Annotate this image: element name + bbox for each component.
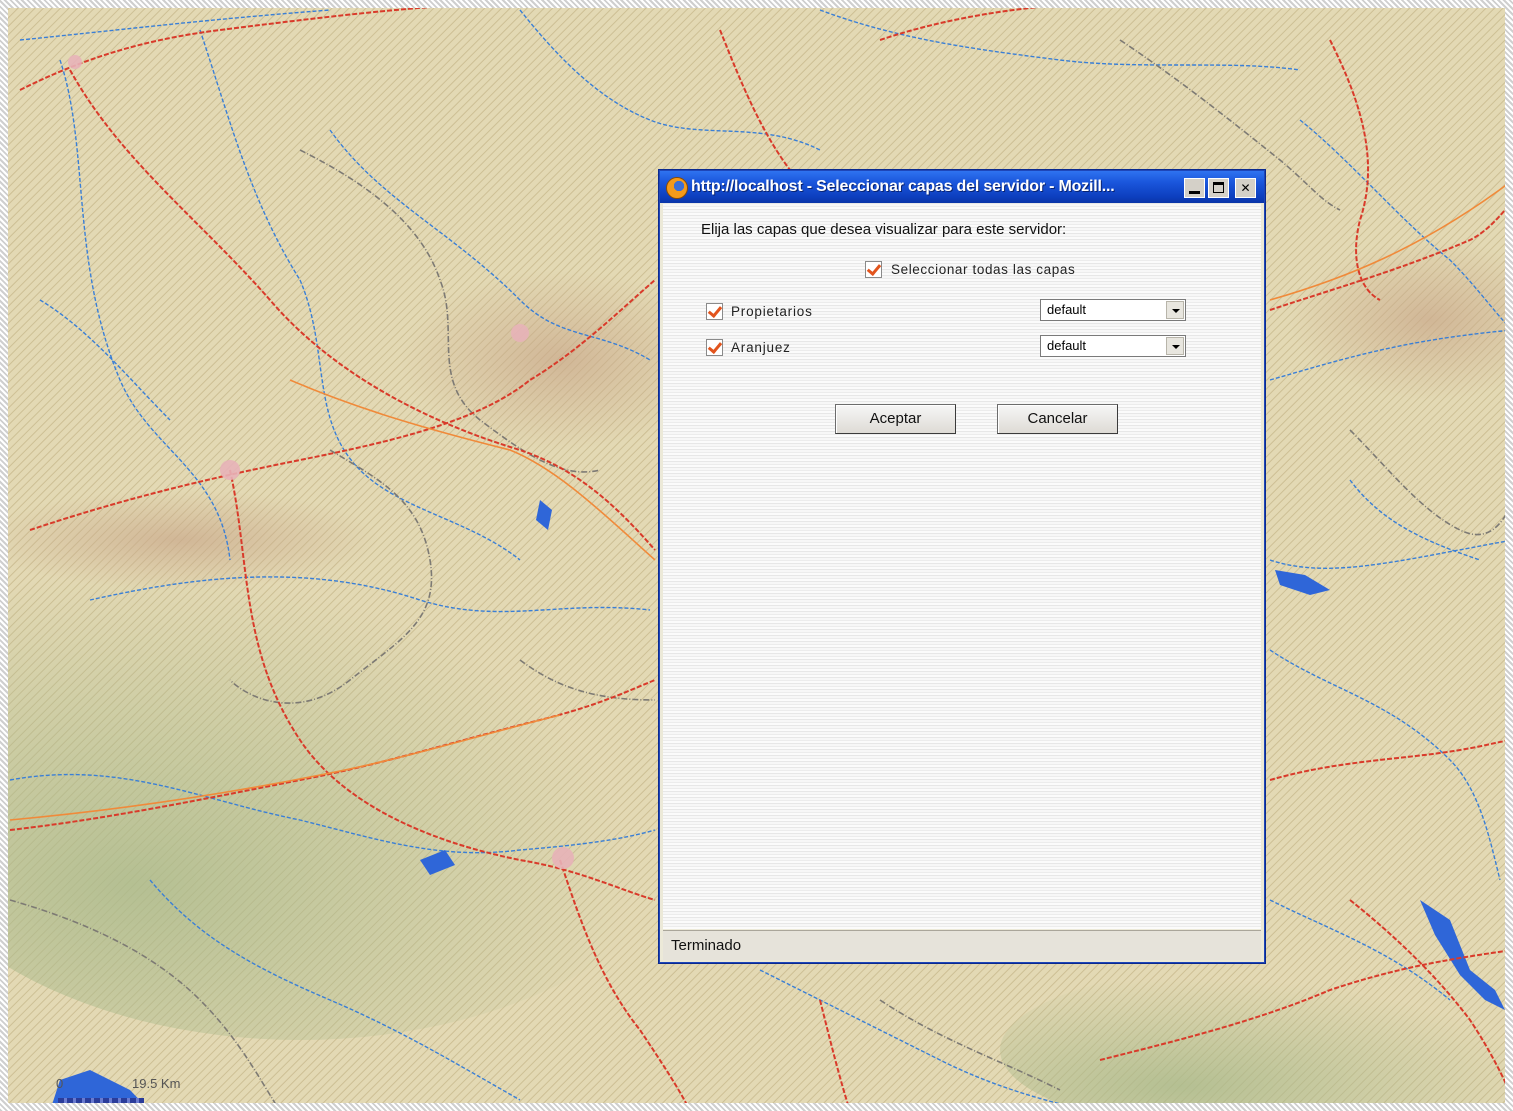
layer-checkbox-aranjuez[interactable] xyxy=(706,339,723,356)
chevron-down-icon[interactable] xyxy=(1166,337,1184,355)
style-select-value: default xyxy=(1047,338,1087,353)
maximize-icon xyxy=(1213,182,1224,193)
layer-label-propietarios[interactable]: Propietarios xyxy=(731,304,813,319)
firefox-icon xyxy=(666,177,688,199)
style-select-value: default xyxy=(1047,302,1087,317)
window-title: http://localhost - Seleccionar capas del… xyxy=(691,178,1115,195)
layer-selection-window: http://localhost - Seleccionar capas del… xyxy=(659,170,1265,963)
scale-label-start: 0 xyxy=(56,1076,64,1091)
scale-bar-graphic xyxy=(58,1098,144,1103)
style-select-propietarios[interactable]: default xyxy=(1040,299,1186,321)
cancel-button[interactable]: Cancelar xyxy=(997,404,1118,434)
close-icon: ✕ xyxy=(1240,181,1251,195)
instruction-text: Elija las capas que desea visualizar par… xyxy=(701,221,1067,238)
scale-bar: 0 19.5 Km xyxy=(54,1074,194,1104)
window-titlebar[interactable]: http://localhost - Seleccionar capas del… xyxy=(660,171,1264,203)
scale-label-end: 19.5 Km xyxy=(132,1076,181,1091)
minimize-button[interactable] xyxy=(1184,178,1205,198)
minimize-icon xyxy=(1189,191,1200,194)
close-button[interactable]: ✕ xyxy=(1235,178,1256,198)
style-select-aranjuez[interactable]: default xyxy=(1040,335,1186,357)
window-content: Elija las capas que desea visualizar par… xyxy=(663,203,1261,929)
status-bar: Terminado xyxy=(663,930,1261,960)
layer-label-aranjuez[interactable]: Aranjuez xyxy=(731,340,791,355)
chevron-down-icon[interactable] xyxy=(1166,301,1184,319)
select-all-checkbox[interactable] xyxy=(865,261,882,278)
status-text: Terminado xyxy=(671,937,742,954)
maximize-button[interactable] xyxy=(1208,178,1229,198)
accept-button[interactable]: Aceptar xyxy=(835,404,956,434)
select-all-label[interactable]: Seleccionar todas las capas xyxy=(891,262,1075,277)
layer-checkbox-propietarios[interactable] xyxy=(706,303,723,320)
